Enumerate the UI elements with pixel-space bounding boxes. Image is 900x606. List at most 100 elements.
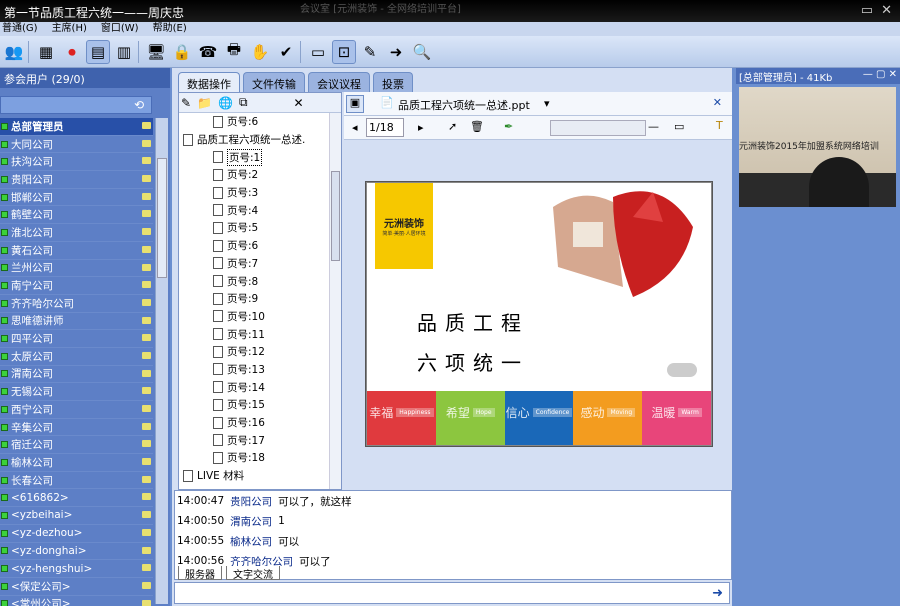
page-number-field[interactable]: 1/18 — [366, 118, 404, 137]
chat-input[interactable]: ➜ — [174, 582, 730, 604]
tree-page[interactable]: 页号:11 — [179, 325, 341, 343]
rect-icon[interactable]: ▭ — [674, 120, 684, 133]
user-row[interactable]: 鹤壁公司 — [0, 206, 153, 225]
user-row[interactable]: <yz-donghai> — [0, 543, 153, 561]
user-row[interactable]: 贵阳公司 — [0, 171, 153, 189]
check-user-icon[interactable]: ✔ — [274, 40, 298, 64]
pen-icon[interactable]: ✒ — [504, 120, 513, 133]
tree-page[interactable]: 页号:6 — [179, 237, 341, 255]
user-row[interactable]: <yz-dezhou> — [0, 525, 153, 543]
tree-page[interactable]: 页号:12 — [179, 343, 341, 361]
tree-page[interactable]: 页号:4 — [179, 201, 341, 219]
user-row[interactable]: 思唯德讲师 — [0, 313, 153, 331]
tree-document[interactable]: LIVE 材料 — [179, 467, 341, 485]
scroll-thumb[interactable] — [157, 158, 167, 278]
user-row[interactable]: 总部管理员 — [0, 118, 153, 136]
grid-icon[interactable]: ▦ — [34, 40, 58, 64]
screen-icon[interactable]: 🖥 — [144, 40, 168, 64]
stop-icon[interactable]: ⏺ — [60, 40, 84, 64]
share-screen-icon[interactable]: ⊡ — [332, 39, 356, 64]
user-row[interactable]: 邯郸公司 — [0, 189, 153, 207]
user-row[interactable]: 四平公司 — [0, 330, 153, 348]
tree-page[interactable]: 页号:8 — [179, 272, 341, 290]
user-row[interactable]: 辛集公司 — [0, 419, 153, 437]
delete-icon[interactable]: 🗑 — [470, 120, 484, 133]
user-row[interactable]: 南宁公司 — [0, 277, 153, 295]
panel-toggle-icon[interactable]: ▣ — [346, 95, 364, 113]
layout2-icon[interactable]: ▥ — [112, 40, 136, 64]
user-row[interactable]: 无锡公司 — [0, 383, 153, 401]
tree-page[interactable]: 页号:1 — [179, 148, 341, 166]
export-icon[interactable]: ➜ — [384, 40, 408, 64]
card-icon[interactable]: ▭ — [306, 40, 330, 64]
user-row[interactable]: 渭南公司 — [0, 366, 153, 384]
user-row[interactable]: 大同公司 — [0, 136, 153, 154]
next-page-icon[interactable]: ▸ — [418, 121, 424, 134]
edit-icon[interactable]: ✎ — [181, 96, 191, 110]
tree-page[interactable]: 页号:10 — [179, 308, 341, 326]
tree-page[interactable]: 页号:18 — [179, 449, 341, 467]
layout-icon[interactable]: ▤ — [86, 39, 110, 64]
tree-page[interactable]: 页号:7 — [179, 255, 341, 273]
close-button[interactable]: ✕ — [881, 3, 892, 18]
close-doc-icon[interactable]: ✕ — [713, 96, 722, 109]
tab-file-transfer[interactable]: 文件传输 — [243, 72, 305, 92]
tree-page[interactable]: 页号:3 — [179, 184, 341, 202]
close-icon[interactable]: ✕ — [294, 96, 304, 110]
tab-server[interactable]: 服务器 — [178, 566, 222, 581]
video-window-buttons[interactable]: — ▢ ✕ — [863, 69, 897, 83]
user-row[interactable]: 宿迁公司 — [0, 436, 153, 455]
user-row[interactable]: <yz-hengshui> — [0, 560, 153, 578]
copy-icon[interactable]: ⧉ — [239, 95, 248, 110]
user-row[interactable]: <616862> — [0, 489, 153, 508]
whiteboard-icon[interactable]: ✎ — [358, 40, 382, 64]
file-dropdown-icon[interactable]: ▾ — [544, 97, 550, 110]
user-row[interactable]: 扶沟公司 — [0, 153, 153, 172]
line-style-icon[interactable]: — — [648, 120, 659, 133]
tab-data-ops[interactable]: 数据操作 — [178, 72, 240, 92]
tree-page[interactable]: 页号:14 — [179, 378, 341, 396]
search-icon[interactable]: 🔍 — [410, 40, 434, 64]
user-row[interactable]: 榆林公司 — [0, 454, 153, 472]
menu-help[interactable]: 帮助(E) — [153, 22, 187, 36]
menu-window[interactable]: 窗口(W) — [101, 22, 139, 36]
participant-search-input[interactable] — [0, 96, 152, 114]
tab-text-chat[interactable]: 文字交流 — [226, 566, 280, 581]
tab-agenda[interactable]: 会议议程 — [308, 72, 370, 92]
users-icon[interactable]: 👥 — [2, 40, 26, 64]
tree-page[interactable]: 页号:2 — [179, 166, 341, 184]
user-row[interactable]: 太原公司 — [0, 348, 153, 366]
tab-vote[interactable]: 投票 — [373, 72, 413, 92]
tree-page[interactable]: 页号:9 — [179, 290, 341, 308]
lock-icon[interactable]: 🔒 — [170, 40, 194, 64]
user-row[interactable]: 兰州公司 — [0, 260, 153, 278]
text-tool-icon[interactable]: T — [716, 119, 723, 132]
pointer-icon[interactable]: ➚ — [448, 120, 457, 133]
menu-normal[interactable]: 普通(G) — [2, 22, 38, 36]
tree-page[interactable]: 页号:17 — [179, 431, 341, 449]
user-row[interactable]: 黄石公司 — [0, 242, 153, 260]
phone-icon[interactable]: ☎ — [196, 40, 220, 64]
tree-document[interactable]: 品质工程六项统一总述. — [179, 131, 341, 149]
user-row[interactable]: 淮北公司 — [0, 224, 153, 242]
user-row[interactable]: <yzbeihai> — [0, 507, 153, 525]
print-icon[interactable]: 🖶 — [222, 40, 246, 64]
user-row[interactable]: 西宁公司 — [0, 401, 153, 419]
hand-icon[interactable]: ✋ — [248, 40, 272, 64]
slider-track[interactable] — [550, 120, 646, 136]
refresh-icon[interactable]: ⟲ — [134, 98, 144, 112]
folder-icon[interactable]: 📁 — [197, 96, 212, 110]
globe-icon[interactable]: 🌐 — [218, 96, 233, 110]
prev-page-icon[interactable]: ◂ — [352, 121, 358, 134]
user-list-scrollbar[interactable] — [155, 118, 168, 604]
user-row[interactable]: 长春公司 — [0, 472, 153, 490]
tree-page[interactable]: 页号:5 — [179, 219, 341, 237]
tree-page[interactable]: 页号:6 — [179, 113, 341, 131]
menu-chair[interactable]: 主席(H) — [52, 22, 87, 36]
user-row[interactable]: <常州公司> — [0, 596, 153, 606]
minimize-button[interactable]: ▭ — [861, 3, 873, 18]
tree-page[interactable]: 页号:16 — [179, 414, 341, 432]
user-row[interactable]: <保定公司> — [0, 578, 153, 596]
send-icon[interactable]: ➜ — [712, 586, 723, 601]
tree-page[interactable]: 页号:15 — [179, 396, 341, 414]
